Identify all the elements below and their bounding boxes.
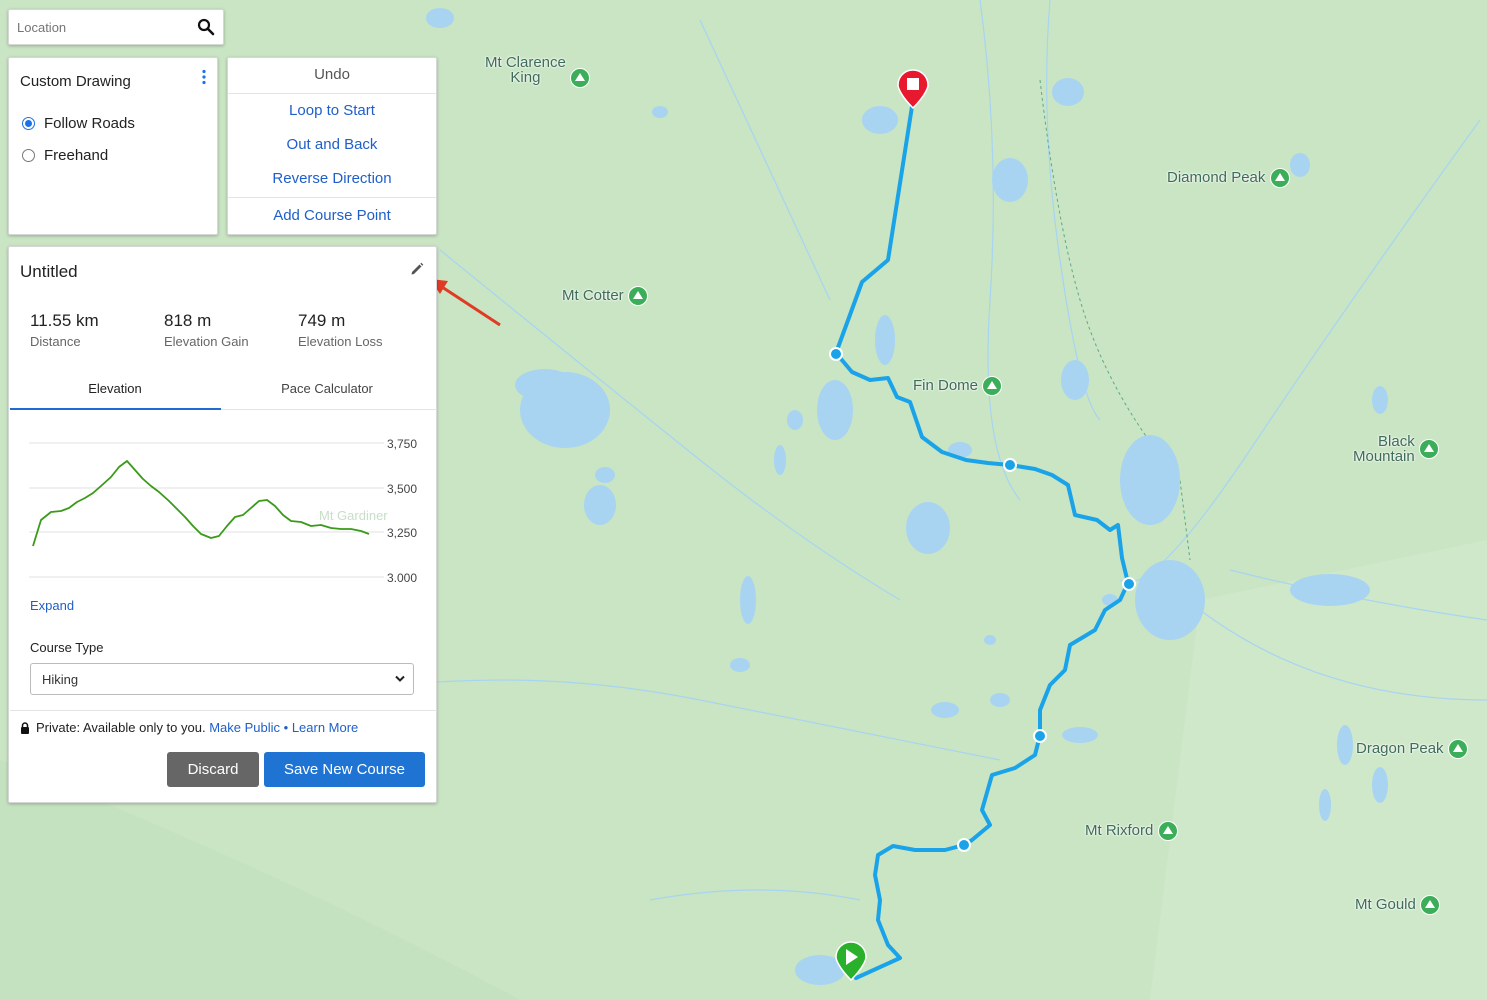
mountain-icon bbox=[982, 376, 1003, 396]
tab-pace-calculator[interactable]: Pace Calculator bbox=[222, 381, 432, 396]
peak-label-black-mountain: Black Mountain bbox=[1353, 434, 1439, 464]
peak-name: Mt Gould bbox=[1355, 895, 1416, 913]
course-type-label: Course Type bbox=[30, 640, 104, 655]
follow-roads-radio[interactable] bbox=[22, 117, 35, 130]
stat-elevation-loss: 749 m Elevation Loss bbox=[298, 311, 383, 349]
out-and-back-button[interactable]: Out and Back bbox=[228, 136, 436, 153]
stat-value: 818 m bbox=[164, 311, 212, 330]
faded-map-label: Mt Gardiner bbox=[319, 508, 388, 523]
elevation-line bbox=[32, 460, 370, 547]
route-actions-panel: Undo Loop to Start Out and Back Reverse … bbox=[227, 57, 437, 235]
tab-elevation[interactable]: Elevation bbox=[10, 381, 220, 396]
peak-name: Fin Dome bbox=[913, 376, 979, 394]
stat-distance: 11.55 km Distance bbox=[30, 311, 99, 349]
mountain-icon bbox=[627, 286, 648, 306]
peak-label-dragon-peak: Dragon Peak bbox=[1356, 739, 1468, 759]
peak-name-line2: Mountain bbox=[1353, 448, 1415, 465]
pencil-icon[interactable] bbox=[410, 262, 424, 276]
peak-label-fin-dome: Fin Dome bbox=[913, 376, 1003, 396]
location-search bbox=[8, 9, 224, 45]
search-icon[interactable] bbox=[197, 18, 215, 36]
peak-label-mt-cotter: Mt Cotter bbox=[562, 286, 648, 306]
mountain-icon bbox=[1157, 821, 1178, 841]
stat-label: Elevation Loss bbox=[298, 334, 383, 349]
mountain-icon bbox=[1447, 739, 1468, 759]
mountain-icon bbox=[1418, 439, 1439, 459]
reverse-direction-button[interactable]: Reverse Direction bbox=[228, 170, 436, 187]
divider bbox=[228, 197, 436, 198]
peak-name: Mt Rixford bbox=[1085, 821, 1154, 839]
privacy-notice: Private: Available only to you. Make Pub… bbox=[20, 720, 358, 735]
active-tab-indicator bbox=[10, 408, 221, 410]
y-tick-label: 3,750 bbox=[387, 437, 417, 451]
peak-name-line2: King bbox=[510, 69, 541, 86]
stat-label: Distance bbox=[30, 334, 81, 349]
save-new-course-button[interactable]: Save New Course bbox=[264, 752, 425, 787]
stat-elevation-gain: 818 m Elevation Gain bbox=[164, 311, 249, 349]
mountain-icon bbox=[1420, 895, 1441, 915]
location-search-input[interactable] bbox=[15, 19, 189, 36]
discard-button[interactable]: Discard bbox=[167, 752, 259, 787]
course-title[interactable]: Untitled bbox=[20, 262, 78, 282]
freehand-option[interactable]: Freehand bbox=[22, 147, 108, 164]
course-type-value: Hiking bbox=[42, 672, 79, 687]
loop-to-start-button[interactable]: Loop to Start bbox=[228, 102, 436, 119]
learn-more-link[interactable]: Learn More bbox=[292, 720, 358, 735]
peak-label-diamond-peak: Diamond Peak bbox=[1167, 168, 1290, 188]
follow-roads-option[interactable]: Follow Roads bbox=[22, 115, 135, 132]
separator-bullet: • bbox=[280, 720, 292, 735]
make-public-link[interactable]: Make Public bbox=[209, 720, 280, 735]
chevron-down-icon bbox=[395, 675, 405, 682]
divider bbox=[228, 93, 436, 94]
drawing-mode-panel: Custom Drawing Follow Roads Freehand bbox=[8, 57, 218, 235]
stat-value: 749 m bbox=[298, 311, 346, 330]
y-tick-label: 3,000 bbox=[387, 571, 417, 582]
stat-label: Elevation Gain bbox=[164, 334, 249, 349]
mountain-icon bbox=[570, 68, 591, 89]
add-course-point-button[interactable]: Add Course Point bbox=[228, 207, 436, 224]
peak-name: Dragon Peak bbox=[1356, 739, 1444, 757]
expand-chart-link[interactable]: Expand bbox=[30, 598, 74, 613]
peak-label-mt-gould: Mt Gould bbox=[1355, 895, 1441, 915]
freehand-label: Freehand bbox=[44, 147, 109, 164]
y-tick-label: 3,250 bbox=[387, 526, 417, 540]
mountain-icon bbox=[1269, 168, 1290, 188]
y-tick-label: 3,500 bbox=[387, 482, 417, 496]
peak-label-mt-rixford: Mt Rixford bbox=[1085, 821, 1178, 841]
course-panel: Untitled 11.55 km Distance 818 m Elevati… bbox=[8, 246, 437, 803]
peak-name: Diamond Peak bbox=[1167, 168, 1266, 186]
privacy-divider bbox=[10, 710, 437, 711]
course-type-select[interactable]: Hiking bbox=[30, 663, 414, 695]
undo-button[interactable]: Undo bbox=[228, 66, 436, 83]
elevation-chart[interactable]: 3,750 3,500 3,250 3,000 Mt Gardiner bbox=[19, 422, 429, 582]
freehand-radio[interactable] bbox=[22, 149, 35, 162]
peak-label-mt-clarence-king: Mt Clarence King bbox=[485, 55, 591, 89]
follow-roads-label: Follow Roads bbox=[44, 115, 135, 132]
lock-icon bbox=[21, 721, 29, 734]
stat-value: 11.55 km bbox=[30, 311, 99, 330]
peak-name: Mt Cotter bbox=[562, 286, 624, 304]
drawing-panel-title: Custom Drawing bbox=[20, 73, 131, 90]
privacy-text: Private: Available only to you. bbox=[36, 720, 206, 735]
more-options-icon[interactable] bbox=[201, 69, 207, 85]
